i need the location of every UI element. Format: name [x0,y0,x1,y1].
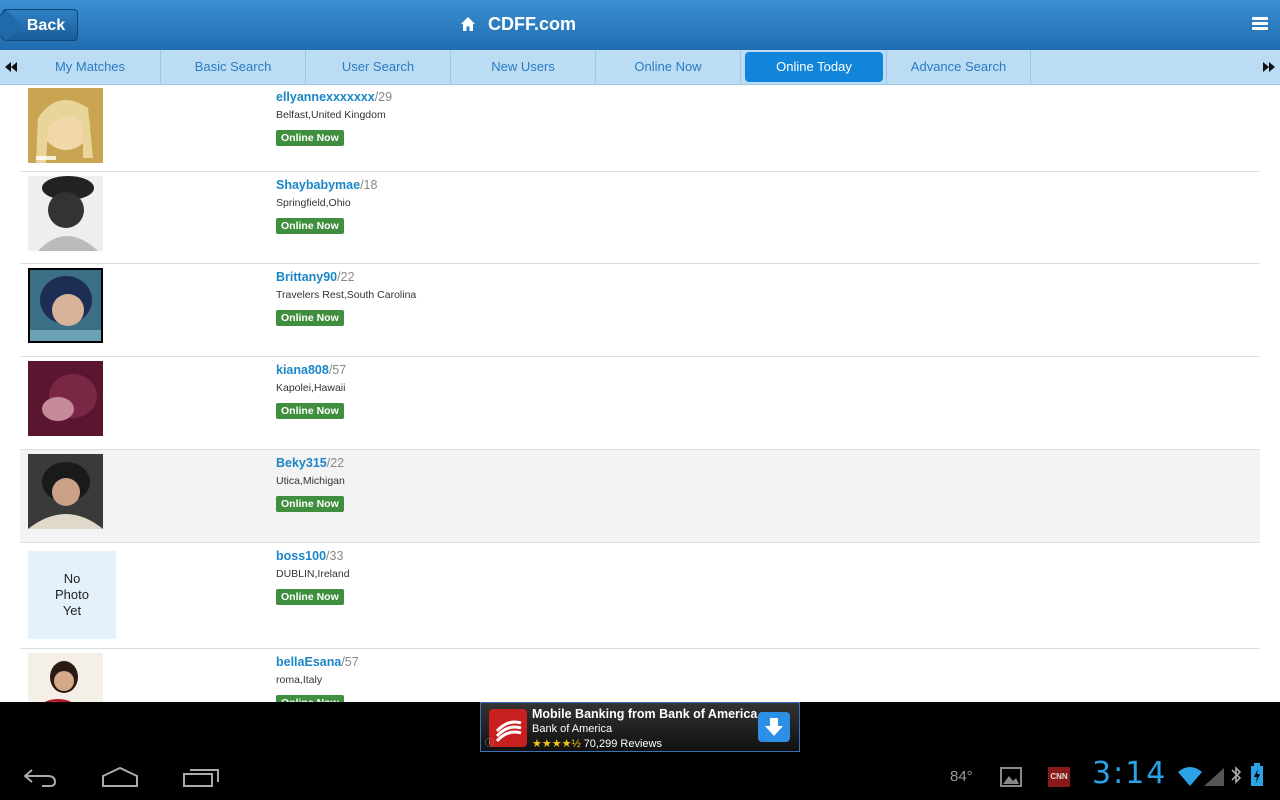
back-button[interactable]: Back [2,9,78,41]
user-age: /29 [374,90,393,104]
gallery-icon [1000,767,1022,787]
bank-logo-icon [489,709,527,747]
ad-rating: ★★★★½ 70,299 Reviews [532,737,662,750]
user-info: boss100/33 DUBLIN,Ireland Online Now [276,549,350,605]
user-location: Travelers Rest,South Carolina [276,289,417,301]
list-item[interactable]: kiana808/57 Kapolei,Hawaii Online Now [20,357,1260,450]
ad-reviews: 70,299 Reviews [583,738,662,750]
user-age: /22 [337,270,355,284]
status-badge: Online Now [276,403,344,419]
user-age: /33 [326,549,344,563]
rating-stars: ★★★★½ [532,738,581,750]
user-age: /18 [360,178,378,192]
user-info: Brittany90/22 Travelers Rest,South Carol… [276,270,416,326]
status-badge: Online Now [276,496,344,512]
username-link[interactable]: ellyannexxxxxxx [276,90,375,104]
tab-online-today[interactable]: Online Today [745,52,883,82]
site-title: CDFF.com [460,12,576,36]
list-item[interactable]: Shaybabymae/18 Springfield,Ohio Online N… [20,172,1260,264]
recent-apps-icon[interactable] [182,766,220,788]
status-badge: Online Now [276,310,344,326]
ad-advertiser: Bank of America [532,723,613,735]
battery-icon [1251,763,1263,786]
clock: 3:14 [1092,756,1168,791]
tab-basic-search[interactable]: Basic Search [161,50,306,84]
ad-banner[interactable]: Mobile Banking from Bank of America Bank… [480,702,800,752]
status-badge: Online Now [276,589,344,605]
user-location: Utica,Michigan [276,475,345,487]
user-location: roma,Italy [276,674,323,686]
site-title-text: CDFF.com [488,13,577,34]
menu-icon[interactable] [1252,17,1268,31]
download-icon[interactable] [758,712,790,742]
list-item[interactable]: Brittany90/22 Travelers Rest,South Carol… [20,264,1260,357]
scroll-left-icon[interactable] [3,59,19,75]
avatar[interactable] [28,268,103,343]
list-item[interactable]: ellyannexxxxxxx/29 Belfast,United Kingdo… [20,84,1260,172]
user-info: Beky315/22 Utica,Michigan Online Now [276,456,345,512]
temperature-indicator: 84° [950,768,973,785]
list-item[interactable]: No Photo Yet boss100/33 DUBLIN,Ireland O… [20,543,1260,649]
cnn-icon: CNN [1048,767,1070,787]
username-link[interactable]: Brittany90 [276,270,337,284]
wifi-signal-icon [1178,767,1224,786]
ad-info-icon[interactable]: ⓘ [485,736,494,749]
status-badge: Online Now [276,218,344,234]
user-location: Kapolei,Hawaii [276,382,346,394]
tab-my-matches[interactable]: My Matches [20,50,161,84]
tab-new-users[interactable]: New Users [451,50,596,84]
user-info: Shaybabymae/18 Springfield,Ohio Online N… [276,178,377,234]
username-link[interactable]: bellaEsana [276,655,341,669]
system-nav-bar: CNN [0,752,1280,800]
tab-advance-search[interactable]: Advance Search [886,50,1031,84]
no-photo-placeholder[interactable]: No Photo Yet [28,551,116,639]
user-location: DUBLIN,Ireland [276,568,350,580]
list-item[interactable]: Beky315/22 Utica,Michigan Online Now [20,450,1260,543]
username-link[interactable]: kiana808 [276,363,329,377]
username-link[interactable]: Beky315 [276,456,327,470]
scroll-right-icon[interactable] [1261,59,1277,75]
ad-title: Mobile Banking from Bank of America [532,707,758,721]
back-button-label: Back [26,17,66,34]
tab-bar: My Matches Basic Search User Search New … [0,50,1280,85]
user-age: /57 [328,363,347,377]
user-info: kiana808/57 Kapolei,Hawaii Online Now [276,363,346,419]
tab-user-search[interactable]: User Search [306,50,451,84]
user-info: ellyannexxxxxxx/29 Belfast,United Kingdo… [276,90,392,146]
home-icon [461,17,475,31]
avatar[interactable] [28,361,103,436]
user-location: Belfast,United Kingdom [276,109,386,121]
status-badge: Online Now [276,130,344,146]
back-nav-icon[interactable] [22,766,58,788]
username-link[interactable]: Shaybabymae [276,178,360,192]
bluetooth-icon [1231,766,1242,784]
tab-online-now[interactable]: Online Now [596,50,741,84]
user-location: Springfield,Ohio [276,197,351,209]
user-list: ellyannexxxxxxx/29 Belfast,United Kingdo… [20,84,1260,719]
username-link[interactable]: boss100 [276,549,326,563]
user-age: /57 [341,655,359,669]
no-photo-text: No Photo Yet [55,571,89,618]
avatar[interactable] [28,454,103,529]
avatar[interactable] [28,176,103,251]
app-header: Back CDFF.com [0,0,1280,50]
home-nav-icon[interactable] [101,766,139,788]
user-age: /22 [326,456,345,470]
avatar[interactable] [28,88,103,163]
